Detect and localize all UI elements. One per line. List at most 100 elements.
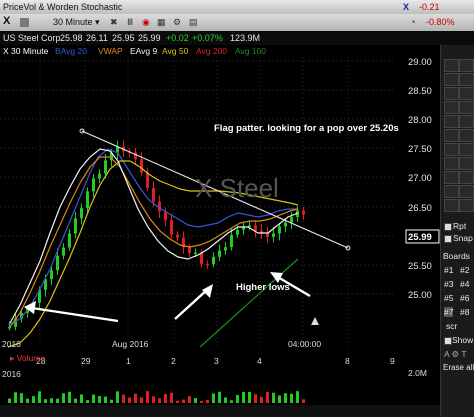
draw-tool-8-icon[interactable] — [459, 101, 474, 114]
board-5[interactable]: #5 — [444, 293, 453, 303]
draw-tool-6-icon[interactable] — [459, 87, 474, 100]
draw-tool-10-icon[interactable] — [459, 115, 474, 128]
candle-body — [260, 230, 263, 233]
link-icon[interactable]: ◔ — [410, 17, 415, 27]
volume-bar — [164, 394, 167, 403]
volume-bar — [212, 393, 215, 403]
volume-bar — [26, 398, 29, 403]
candle-body — [278, 226, 281, 234]
draw-tool-11-icon[interactable] — [444, 129, 459, 142]
draw-tool-13-icon[interactable] — [444, 143, 459, 156]
candle-body — [284, 222, 287, 227]
quote-last: 25.99 — [138, 33, 161, 43]
legend-bavg20[interactable]: BAvg 20 — [55, 46, 87, 56]
legend-avg200[interactable]: Avg 200 — [196, 46, 227, 56]
board-7[interactable]: #7 — [444, 307, 454, 317]
grid-icon[interactable]: ▦ — [157, 17, 166, 28]
volume-bar — [38, 391, 41, 403]
scr-label[interactable]: scr — [446, 321, 457, 331]
svg-text:28.00: 28.00 — [408, 115, 432, 126]
tools-icon[interactable]: ✖ — [110, 17, 118, 28]
draw-tool-12-icon[interactable] — [459, 129, 474, 142]
legend-symbol-tf[interactable]: X 30 Minute — [3, 46, 48, 56]
volume-bar — [116, 391, 119, 403]
svg-text:29: 29 — [81, 356, 91, 366]
volume-bar — [278, 395, 281, 403]
volume-label: ▸ Volume — [10, 353, 45, 363]
rpt-label: Rpt — [453, 221, 467, 231]
svg-text:29.00: 29.00 — [408, 57, 432, 68]
volume-bar — [134, 393, 137, 403]
draw-tool-19-icon[interactable] — [444, 185, 459, 198]
candle-body — [194, 252, 197, 255]
draw-tool-21-icon[interactable] — [444, 199, 459, 212]
draw-tool-16-icon[interactable] — [459, 157, 474, 170]
candle-body — [230, 234, 233, 248]
draw-tool-4-icon[interactable] — [459, 73, 474, 86]
volume-bar — [44, 399, 47, 403]
chart-scrollbar[interactable] — [0, 405, 440, 417]
clock-icon[interactable]: ◉ — [142, 17, 150, 28]
board-8[interactable]: #8 — [460, 307, 469, 317]
volume-bar — [176, 400, 179, 403]
board-1[interactable]: #1 — [444, 265, 453, 275]
legend-eavg9[interactable]: EAvg 9 — [130, 46, 157, 56]
font-icon[interactable]: A ⚙ T — [444, 349, 467, 360]
candle-body — [212, 256, 215, 265]
quote-open: 25.98 — [60, 33, 83, 43]
show-label: Show — [452, 335, 474, 345]
svg-text:2016: 2016 — [2, 369, 21, 379]
draw-tool-1-icon[interactable] — [444, 59, 459, 72]
board-4[interactable]: #4 — [460, 279, 469, 289]
board-6[interactable]: #6 — [460, 293, 469, 303]
symbol-dropdown-icon[interactable] — [20, 18, 29, 27]
quote-change-pct: +0.07% — [192, 33, 223, 43]
rpt-checkbox[interactable] — [444, 223, 452, 231]
annotation-arrows[interactable] — [24, 272, 311, 323]
candle-body — [104, 160, 107, 174]
symbol-marker: X — [403, 2, 410, 12]
svg-text:2: 2 — [171, 356, 176, 366]
candle-body — [206, 263, 209, 266]
lines-icon[interactable]: Ⅲ — [127, 17, 133, 28]
flag-annotation[interactable]: Flag patter. looking for a pop over 25.2… — [214, 123, 399, 134]
candle-body — [224, 247, 227, 251]
draw-tool-5-icon[interactable] — [444, 87, 459, 100]
current-time-marker — [311, 317, 319, 325]
volume-bars — [8, 391, 305, 403]
svg-text:2016: 2016 — [2, 339, 21, 349]
draw-tool-3-icon[interactable] — [444, 73, 459, 86]
chevron-down-icon[interactable]: ▾ — [95, 17, 100, 28]
draw-tool-20-icon[interactable] — [459, 185, 474, 198]
timeframe-select[interactable]: 30 Minute — [53, 17, 93, 27]
candle-body — [254, 225, 257, 231]
draw-tool-14-icon[interactable] — [459, 143, 474, 156]
draw-tool-15-icon[interactable] — [444, 157, 459, 170]
svg-text:25.50: 25.50 — [408, 261, 432, 272]
svg-text:2.0M: 2.0M — [408, 368, 427, 378]
draw-tool-2-icon[interactable] — [459, 59, 474, 72]
volume-bar — [284, 393, 287, 403]
quote-change: +0.02 — [166, 33, 189, 43]
draw-tool-22-icon[interactable] — [459, 199, 474, 212]
draw-tool-9-icon[interactable] — [444, 115, 459, 128]
board-2[interactable]: #2 — [460, 265, 469, 275]
settings-icon[interactable]: ⚙ — [173, 17, 181, 28]
snap-checkbox[interactable] — [444, 235, 452, 243]
print-icon[interactable]: ▤ — [189, 17, 198, 28]
draw-tool-17-icon[interactable] — [444, 171, 459, 184]
volume-bar — [242, 391, 245, 403]
legend-avg50[interactable]: Avg 50 — [162, 46, 188, 56]
candle-body — [50, 270, 53, 280]
legend-avg100[interactable]: Avg 100 — [235, 46, 266, 56]
show-checkbox[interactable] — [444, 337, 452, 345]
board-3[interactable]: #3 — [444, 279, 453, 289]
legend-vwap[interactable]: VWAP — [98, 46, 123, 56]
draw-tool-7-icon[interactable] — [444, 101, 459, 114]
volume-bar — [56, 398, 59, 403]
higher-lows-annotation[interactable]: Higher lows — [236, 282, 290, 293]
erase-all-button[interactable]: Erase all — [443, 363, 474, 372]
draw-tool-18-icon[interactable] — [459, 171, 474, 184]
symbol-label[interactable]: X — [3, 15, 10, 27]
price-chart[interactable]: X Steel Flag patter. looking for a pop o… — [0, 57, 440, 405]
